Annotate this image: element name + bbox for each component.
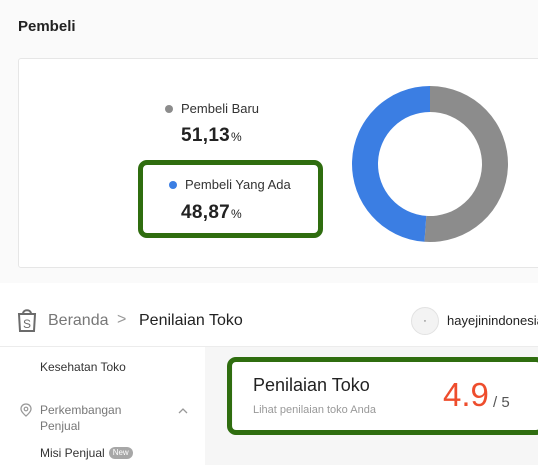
legend-new-value: 51,13 [181, 125, 231, 146]
location-pin-icon [20, 403, 32, 420]
percent-sign: % [231, 130, 243, 144]
separator [0, 283, 538, 293]
breadcrumb-current: Penilaian Toko [139, 312, 243, 329]
legend-new-buyers: Pembeli Baru 51,13% [165, 101, 259, 147]
svg-text:S: S [23, 317, 31, 331]
top-navigation-bar: S Beranda > Penilaian Toko ● hayejinindo… [0, 293, 538, 347]
sidebar-group-label: Perkembangan Penjual [40, 403, 122, 433]
sidebar-item-label: Misi Penjual [40, 446, 105, 460]
shop-name[interactable]: hayejinindonesia [447, 313, 538, 328]
sidebar-item-shop-health[interactable]: Kesehatan Toko [40, 360, 126, 374]
buyers-donut-chart [352, 86, 509, 242]
legend-new-label: Pembeli Baru [181, 101, 260, 116]
donut-slice-existing-buyers[interactable] [352, 86, 430, 242]
shop-avatar[interactable]: ● [411, 307, 439, 335]
breadcrumb-home-link[interactable]: Beranda [48, 312, 109, 330]
sidebar: Kesehatan Toko Perkembangan Penjual Misi… [0, 347, 205, 465]
section-title: Pembeli [18, 18, 76, 35]
highlight-box-shop-rating [227, 357, 538, 435]
breadcrumb-separator-icon: > [117, 311, 127, 328]
donut-slice-new-buyers[interactable] [424, 86, 509, 242]
sidebar-item-seller-missions[interactable]: Misi Penjual New [40, 446, 133, 460]
chevron-up-icon[interactable] [178, 404, 188, 418]
buyers-panel: Pembeli Pembeli Baru 51,13% Pembeli Yang… [0, 0, 538, 283]
highlight-box-existing-buyers [138, 160, 323, 238]
shopee-logo-icon[interactable]: S [16, 307, 38, 338]
new-badge: New [108, 447, 133, 459]
legend-dot-gray-icon [165, 104, 173, 113]
